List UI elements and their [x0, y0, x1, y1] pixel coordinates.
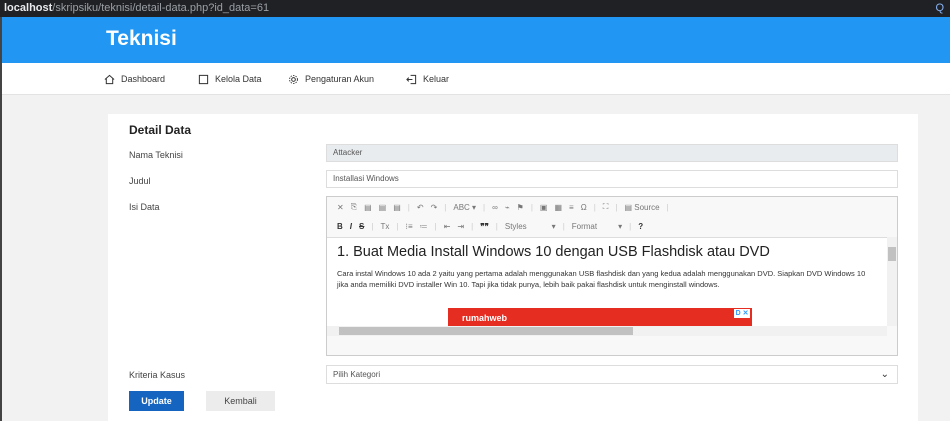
tb1-22[interactable]: ▤ Source	[624, 203, 659, 212]
editor-vertical-scrollbar[interactable]	[887, 237, 897, 326]
content-heading: 1. Buat Media Install Windows 10 dengan …	[337, 244, 770, 260]
tb1-1[interactable]: ⎘	[351, 202, 357, 212]
tb1-3[interactable]: ▤	[379, 203, 387, 212]
nav-pengaturan-akun-label: Pengaturan Akun	[305, 74, 375, 84]
tb1-23: |	[666, 202, 669, 212]
vscroll-thumb[interactable]	[888, 247, 896, 261]
nav-dashboard[interactable]: Dashboard	[104, 63, 165, 95]
tb1-4[interactable]: ▤	[393, 203, 401, 212]
zoom-icon[interactable]: Q	[935, 0, 944, 17]
chevron-down-icon: ⌄	[880, 369, 889, 380]
tb1-6[interactable]: ↶	[417, 203, 424, 212]
tb1-20[interactable]: ⛶	[603, 202, 609, 212]
tb2-9[interactable]: ⇤	[444, 222, 451, 231]
nav-keluar[interactable]: Keluar	[406, 63, 449, 95]
tb1-9[interactable]: ABC ▾	[453, 203, 476, 212]
nama-teknisi-label: Nama Teknisi	[129, 150, 183, 160]
update-button[interactable]: Update	[129, 391, 184, 411]
editor-toolbar-row-2: B I S | Tx | ⁝≡ ≔ | ⇤ ⇥ | ❞❞ | Styles ▾ …	[327, 216, 897, 236]
tb1-21: |	[615, 202, 618, 212]
tb1-12[interactable]: ⌁	[505, 203, 510, 212]
nav-dashboard-label: Dashboard	[121, 74, 166, 84]
kriteria-kasus-label: Kriteria Kasus	[129, 370, 186, 380]
tb2-4[interactable]: Tx	[380, 222, 389, 231]
tb2-5: |	[396, 221, 399, 231]
tb1-14: |	[530, 202, 533, 212]
tb1-8: |	[444, 202, 447, 212]
tb2-15[interactable]: ▾	[552, 222, 556, 231]
judul-field[interactable]: Installasi Windows	[326, 170, 898, 188]
tb2-3: |	[371, 221, 374, 231]
tb1-19: |	[593, 202, 596, 212]
square-icon	[198, 74, 209, 84]
home-icon	[104, 74, 115, 84]
top-header: Teknisi	[2, 17, 950, 63]
tb1-15[interactable]: ▣	[540, 203, 548, 212]
tb1-2[interactable]: ▤	[364, 203, 372, 212]
tb1-17[interactable]: ≡	[569, 203, 574, 212]
tb1-7[interactable]: ↷	[431, 203, 438, 212]
url-path: /skripsiku/teknisi/detail-data.php?id_da…	[52, 2, 270, 14]
url-host: localhost	[4, 2, 53, 14]
tb2-8: |	[434, 221, 437, 231]
tb2-20[interactable]: ?	[638, 222, 643, 231]
tb2-0[interactable]: B	[337, 222, 343, 231]
ad-banner[interactable]: rumahweb D ✕	[448, 308, 752, 326]
tb2-12[interactable]: ❞❞	[480, 222, 489, 231]
tb2-10[interactable]: ⇥	[457, 222, 464, 231]
tb2-7[interactable]: ≔	[420, 222, 428, 231]
tb1-18[interactable]: Ω	[581, 203, 587, 212]
hscroll-thumb[interactable]	[339, 327, 633, 335]
kriteria-kasus-value: Pilih Kategori	[333, 370, 381, 379]
nama-teknisi-field: Attacker	[326, 144, 898, 162]
editor-horizontal-scrollbar[interactable]	[327, 326, 887, 336]
tb1-13[interactable]: ⚑	[517, 203, 524, 212]
detail-card: Detail Data Nama Teknisi Attacker Judul …	[108, 114, 918, 421]
tb2-16: |	[562, 221, 565, 231]
tb2-1[interactable]: I	[350, 222, 352, 231]
tb1-10: |	[483, 202, 486, 212]
tb2-2[interactable]: S	[359, 222, 364, 231]
rich-text-editor[interactable]: ✕ ⎘ ▤ ▤ ▤ | ↶ ↷ | ABC ▾ | ∞ ⌁ ⚑ | ▣ ▦ ≡ …	[326, 196, 898, 356]
tb1-11[interactable]: ∞	[492, 203, 498, 212]
gear-icon	[289, 74, 298, 84]
kembali-button[interactable]: Kembali	[206, 391, 275, 411]
nav-kelola-data[interactable]: Kelola Data	[198, 63, 262, 95]
nav-pengaturan-akun[interactable]: Pengaturan Akun	[288, 63, 374, 95]
tb2-18[interactable]: ▾	[618, 222, 622, 231]
ad-text: rumahweb	[462, 313, 508, 323]
kriteria-kasus-select[interactable]: Pilih Kategori ⌄	[326, 365, 898, 384]
logout-icon	[406, 74, 417, 84]
tb2-14[interactable]: Styles	[505, 222, 527, 231]
editor-toolbar-row-1: ✕ ⎘ ▤ ▤ ▤ | ↶ ↷ | ABC ▾ | ∞ ⌁ ⚑ | ▣ ▦ ≡ …	[327, 197, 897, 217]
tb2-13: |	[495, 221, 498, 231]
page-title: Detail Data	[129, 123, 192, 137]
ad-close-icon[interactable]: D ✕	[734, 309, 750, 318]
tb2-6[interactable]: ⁝≡	[405, 222, 412, 231]
main-nav: Dashboard Kelola Data Pengaturan Akun Ke…	[2, 63, 950, 95]
judul-label: Judul	[129, 176, 151, 186]
tb1-16[interactable]: ▦	[554, 203, 562, 212]
isi-data-label: Isi Data	[129, 202, 160, 212]
tb2-19: |	[629, 221, 632, 231]
editor-content[interactable]: 1. Buat Media Install Windows 10 dengan …	[327, 237, 887, 326]
browser-address-bar[interactable]: localhost/skripsiku/teknisi/detail-data.…	[0, 0, 950, 17]
tb1-0[interactable]: ✕	[337, 203, 344, 212]
nav-keluar-label: Keluar	[423, 74, 450, 84]
content-paragraph: Cara instal Windows 10 ada 2 yaitu yang …	[337, 269, 866, 289]
brand-title: Teknisi	[106, 27, 177, 50]
tb2-17[interactable]: Format	[572, 222, 597, 231]
tb1-5: |	[407, 202, 410, 212]
tb2-11: |	[471, 221, 474, 231]
nav-kelola-data-label: Kelola Data	[215, 74, 262, 84]
